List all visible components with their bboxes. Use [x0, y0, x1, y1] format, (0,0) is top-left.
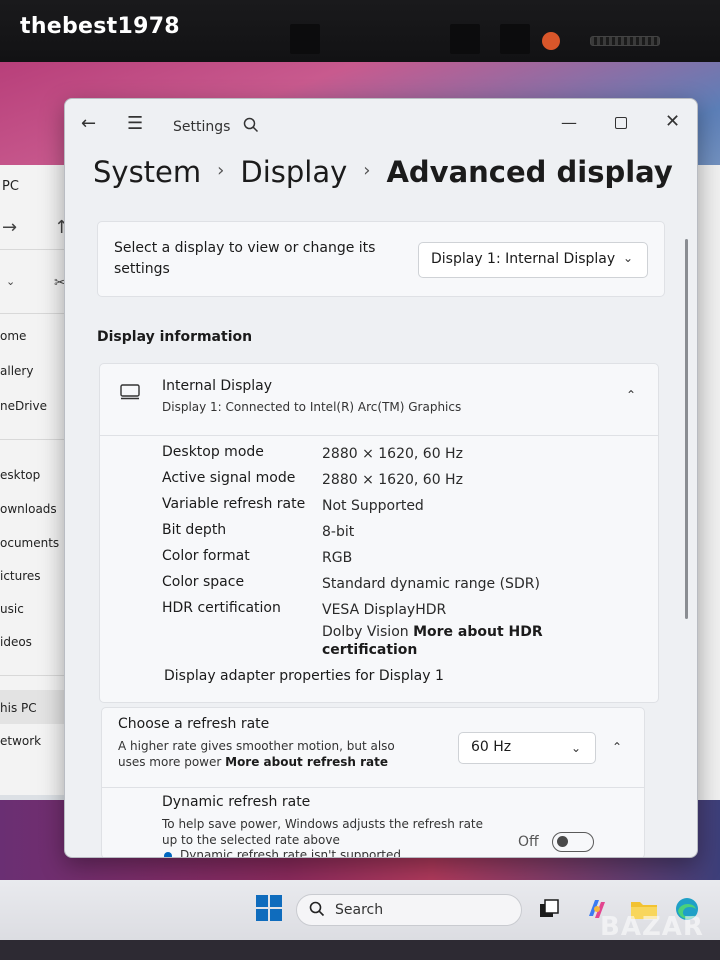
close-button[interactable]: ✕ [665, 111, 680, 132]
settings-window: ← ☰ Settings — ✕ System › Display › Advanced… [64, 98, 698, 858]
refresh-rate-description: A higher rate gives smoother motion, but… [118, 738, 418, 770]
dynamic-refresh-note: Dynamic refresh rate isn't supported [180, 848, 402, 858]
camera-grille [590, 36, 660, 46]
bezel-sensor [450, 24, 480, 54]
task-view-icon[interactable] [538, 898, 560, 920]
info-label: HDR certification [162, 600, 281, 616]
hdr-extra: Dolby Vision More about HDR [322, 624, 543, 640]
explorer-nav-item-network[interactable]: etwork [0, 734, 41, 748]
title-bar: ← ☰ Settings — ✕ [65, 99, 697, 149]
refresh-rate-title: Choose a refresh rate [118, 716, 270, 732]
info-label: Bit depth [162, 522, 227, 538]
explorer-nav-item[interactable]: ocuments [0, 536, 59, 550]
chevron-right-icon: › [217, 160, 225, 181]
info-label: Active signal mode [162, 470, 296, 486]
minimize-button[interactable]: — [561, 113, 577, 132]
toggle-state-label: Off [518, 834, 539, 850]
menu-icon[interactable]: ☰ [127, 113, 143, 134]
info-value: 2880 × 1620, 60 Hz [322, 472, 463, 488]
camera-light [542, 32, 560, 50]
search-placeholder: Search [335, 902, 384, 918]
explorer-nav-item[interactable]: neDrive [0, 399, 47, 413]
watermark-bottom: BAZAR [600, 912, 704, 942]
explorer-nav-item[interactable]: ome [0, 329, 26, 343]
explorer-nav-item[interactable]: ictures [0, 569, 41, 583]
toggle-knob [557, 836, 568, 847]
info-value: VESA DisplayHDR [322, 602, 447, 618]
refresh-rate-value: 60 Hz [471, 739, 512, 755]
display-dropdown[interactable]: Display 1: Internal Display ⌄ [418, 242, 648, 278]
search-icon [309, 901, 325, 917]
hdr-link-cont: certification [322, 642, 417, 658]
info-value: 8-bit [322, 524, 355, 540]
dynamic-refresh-title: Dynamic refresh rate [162, 794, 311, 810]
explorer-title: PC [2, 179, 19, 194]
display-info-header[interactable]: Internal Display Display 1: Connected to… [100, 364, 658, 436]
taskbar-search-box[interactable]: Search [296, 894, 522, 926]
back-arrow-icon[interactable]: ← [81, 113, 96, 134]
dynamic-refresh-toggle[interactable] [552, 832, 594, 852]
bezel-sensor [500, 24, 530, 54]
display-info-card: Internal Display Display 1: Connected to… [99, 363, 659, 703]
forward-arrow-icon[interactable]: → [2, 217, 17, 238]
explorer-nav-item[interactable]: usic [0, 602, 24, 616]
dynamic-refresh-description: To help save power, Windows adjusts the … [162, 817, 484, 847]
window-title: Settings [173, 119, 231, 135]
chevron-up-icon[interactable]: ⌃ [626, 388, 636, 402]
explorer-nav-item[interactable]: ownloads [0, 502, 57, 516]
display-select-label: Select a display to view or change its s… [114, 240, 376, 277]
chevron-down-icon[interactable]: ⌄ [6, 275, 15, 288]
hdr-more-link[interactable]: More about HDR [413, 624, 543, 640]
hdr-certification-link[interactable]: certification [322, 642, 417, 658]
section-title: Display information [97, 329, 253, 345]
monitor-icon [120, 384, 140, 400]
breadcrumb-system[interactable]: System [93, 155, 201, 189]
info-label: Desktop mode [162, 444, 264, 460]
info-label: Color space [162, 574, 245, 590]
explorer-nav-item[interactable]: esktop [0, 468, 40, 482]
refresh-rate-link[interactable]: More about refresh rate [225, 755, 388, 769]
info-value: Not Supported [322, 498, 424, 514]
display-dropdown-value: Display 1: Internal Display [431, 251, 616, 267]
bezel-sensor [290, 24, 320, 54]
refresh-rate-card: Choose a refresh rate A higher rate give… [101, 707, 645, 858]
page-title: Advanced display [386, 155, 673, 189]
hdr-extra-text: Dolby Vision [322, 624, 409, 640]
display-name: Internal Display [162, 378, 273, 394]
display-select-card: Select a display to view or change its s… [97, 221, 665, 297]
breadcrumb-display[interactable]: Display [240, 155, 347, 189]
explorer-nav-item[interactable]: allery [0, 364, 33, 378]
watermark-top: thebest1978 [20, 14, 180, 39]
refresh-rate-dropdown[interactable]: 60 Hz ⌄ [458, 732, 596, 764]
info-dot-icon [164, 852, 172, 857]
info-value: Standard dynamic range (SDR) [322, 576, 540, 592]
display-connection: Display 1: Connected to Intel(R) Arc(TM)… [162, 400, 462, 414]
search-icon[interactable] [243, 117, 259, 133]
windows-start-icon[interactable] [256, 895, 282, 921]
breadcrumb: System › Display › Advanced display [93, 155, 673, 189]
chevron-down-icon: ⌄ [570, 741, 581, 755]
info-value: RGB [322, 550, 353, 566]
chevron-right-icon: › [363, 160, 371, 181]
chevron-up-icon[interactable]: ⌃ [612, 740, 622, 754]
adapter-properties-link[interactable]: Display adapter properties for Display 1 [164, 668, 444, 684]
maximize-button[interactable] [615, 117, 627, 129]
info-value: 2880 × 1620, 60 Hz [322, 446, 463, 462]
explorer-nav-item-this-pc[interactable]: his PC [0, 701, 37, 715]
explorer-nav-item[interactable]: ideos [0, 635, 32, 649]
chevron-down-icon: ⌄ [622, 251, 633, 265]
info-label: Variable refresh rate [162, 496, 306, 512]
info-label: Color format [162, 548, 250, 564]
scrollbar[interactable] [685, 239, 688, 619]
refresh-rate-header: Choose a refresh rate A higher rate give… [102, 708, 644, 788]
